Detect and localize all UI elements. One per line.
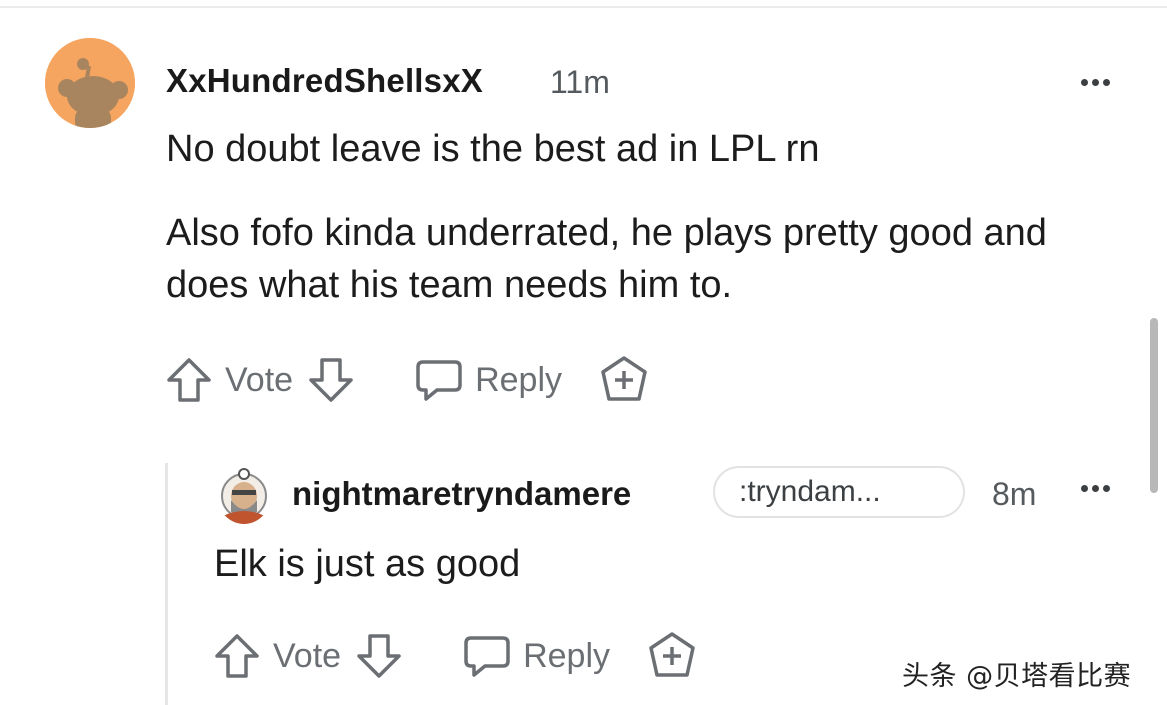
more-options-icon[interactable]	[1073, 62, 1117, 102]
reply-bubble-icon	[464, 636, 510, 677]
avatar[interactable]	[217, 466, 271, 524]
top-divider	[0, 6, 1167, 8]
watermark: 头条 @贝塔看比赛	[902, 661, 1132, 692]
downvote-button[interactable]	[305, 354, 357, 406]
upvote-icon	[215, 634, 259, 678]
award-icon	[649, 632, 695, 677]
comment-author[interactable]: XxHundredShellsxX	[166, 62, 483, 100]
comment-paragraph: Also fofo kinda underrated, he plays pre…	[166, 212, 1047, 306]
downvote-icon	[309, 358, 353, 402]
downvote-button[interactable]	[353, 630, 405, 682]
tryndamere-avatar-icon	[217, 466, 271, 524]
reply-button[interactable]: Reply	[461, 630, 610, 682]
scrollbar[interactable]	[1150, 318, 1158, 493]
comment-timestamp: 11m	[550, 64, 610, 100]
thread-line[interactable]	[165, 463, 168, 705]
award-button[interactable]	[598, 354, 650, 406]
reply-timestamp: 8m	[992, 476, 1037, 512]
reply-actions: Vote Reply	[211, 630, 698, 682]
reply-label: Reply	[475, 360, 563, 399]
reply-label: Reply	[523, 636, 611, 675]
upvote-button[interactable]	[211, 630, 263, 682]
user-flair: :tryndam...	[713, 466, 965, 518]
snoo-avatar-icon	[45, 38, 135, 128]
comment-paragraph: No doubt leave is the best ad in LPL rn	[166, 128, 820, 170]
award-icon	[601, 356, 647, 401]
downvote-icon	[357, 634, 401, 678]
award-button[interactable]	[646, 630, 698, 682]
avatar[interactable]	[45, 38, 135, 128]
upvote-button[interactable]	[163, 354, 215, 406]
reply-bubble-icon	[416, 360, 462, 401]
reply-text: Elk is just as good	[214, 543, 521, 585]
vote-label: Vote	[273, 636, 342, 675]
more-options-icon[interactable]	[1073, 470, 1117, 506]
comment-actions: Vote Reply	[163, 354, 650, 406]
vote-label: Vote	[225, 360, 294, 399]
reply-author[interactable]: nightmaretryndamere	[292, 475, 631, 513]
reply-button[interactable]: Reply	[413, 354, 562, 406]
upvote-icon	[167, 358, 211, 402]
